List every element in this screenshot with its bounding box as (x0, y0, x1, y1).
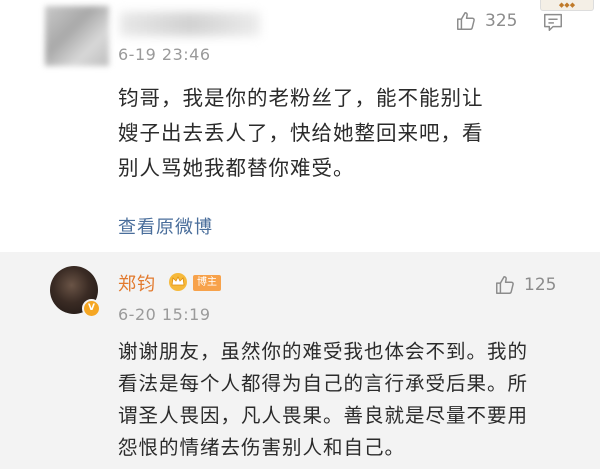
view-original-link[interactable]: 查看原微博 (118, 213, 213, 239)
reply-like-count: 125 (524, 275, 557, 295)
blurred-username[interactable] (120, 12, 260, 36)
reply-timestamp: 6-20 15:19 (118, 305, 211, 324)
host-badge: 博主 (193, 275, 221, 291)
reply-text: 谢谢朋友，虽然你的难受我也体会不到。我的 看法是每个人都得为自己的言行承受后果。… (118, 336, 528, 464)
comment-text-line: 钧哥，我是你的老粉丝了，能不能别让 (118, 86, 484, 110)
blurred-avatar[interactable] (45, 6, 109, 66)
reply-text-line: 谓圣人畏因，凡人畏果。善良就是尽量不要用 (118, 404, 529, 427)
corner-watermark: ◆◆◆ (540, 0, 594, 11)
like-button[interactable]: 325 (455, 10, 517, 32)
reply-text-line: 谢谢朋友，虽然你的难受我也体会不到。我的 (118, 340, 529, 363)
comment-text-line: 嫂子出去丢人了，快给她整回来吧，看 (118, 121, 484, 145)
thumbs-up-icon (496, 276, 514, 294)
comment-timestamp: 6-19 23:46 (118, 45, 211, 64)
author-name[interactable]: 郑钧 (118, 270, 156, 296)
comment-text-line: 别人骂她我都替你难受。 (118, 156, 355, 180)
like-count: 325 (485, 11, 518, 31)
thumbs-up-icon (457, 12, 475, 30)
reply-text-line: 怨恨的情绪去伤害别人和自己。 (118, 436, 406, 459)
top-comment-card: ◆◆◆ 6-19 23:46 325 钧哥，我是你的老粉丝了，能不能别让 嫂子出… (0, 0, 600, 252)
crown-icon (169, 273, 187, 291)
reply-text-line: 看法是每个人都得为自己的言行承受后果。所 (118, 372, 529, 395)
comment-icon[interactable] (542, 11, 564, 33)
reply-like-button[interactable]: 125 (494, 274, 556, 296)
verified-v-icon: V (82, 299, 101, 318)
comment-text: 钧哥，我是你的老粉丝了，能不能别让 嫂子出去丢人了，快给她整回来吧，看 别人骂她… (118, 81, 484, 186)
